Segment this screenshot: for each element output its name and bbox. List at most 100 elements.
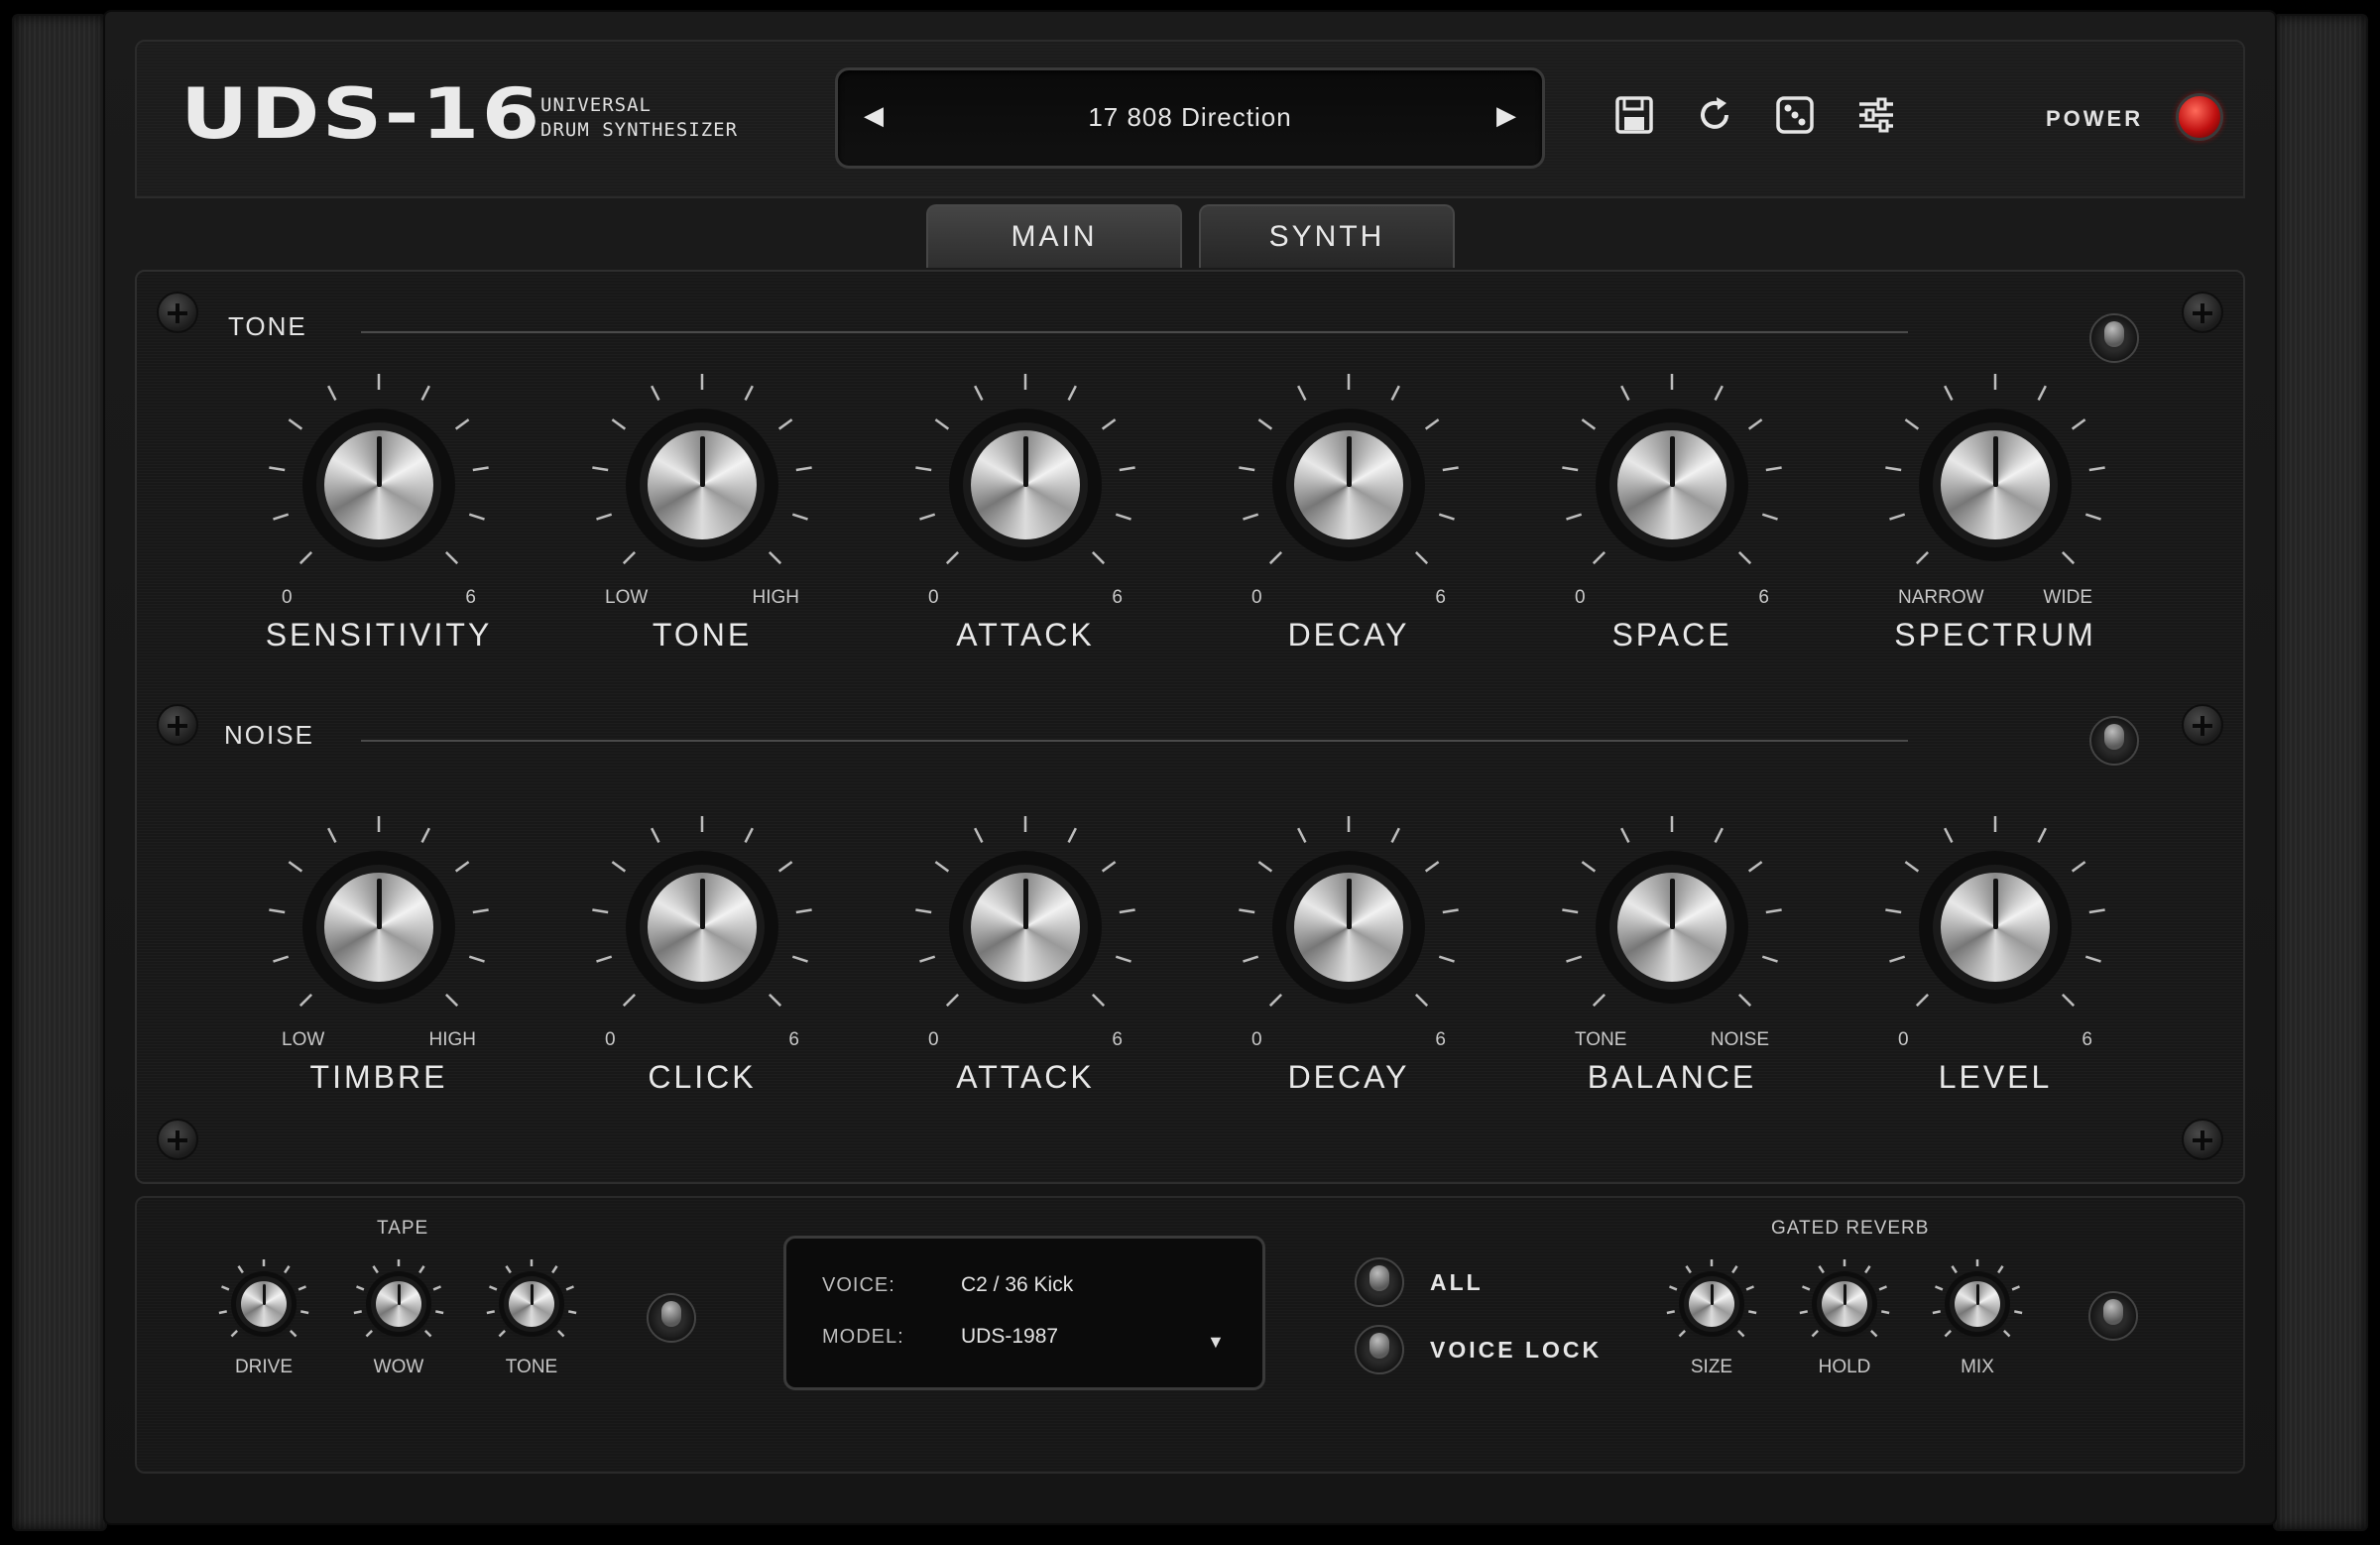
knob-cap[interactable] xyxy=(324,873,433,982)
knob-tick xyxy=(1904,861,1920,873)
knob-min-label: 0 xyxy=(1251,1029,1262,1050)
power-button[interactable] xyxy=(2176,93,2223,141)
knob-min-label: LOW xyxy=(282,1029,325,1050)
knob-tick xyxy=(1438,513,1455,521)
knob-tick xyxy=(1119,466,1135,472)
knob-cap[interactable] xyxy=(971,430,1080,539)
knob-cap[interactable] xyxy=(324,430,433,539)
knob-label: ATTACK xyxy=(956,1059,1095,1095)
knob-tick xyxy=(2037,827,2047,844)
reload-icon[interactable] xyxy=(1693,93,1736,137)
knob-size[interactable]: SIZE xyxy=(1662,1258,1761,1388)
sliders-icon[interactable] xyxy=(1854,93,1898,137)
knob-tick xyxy=(1119,908,1135,914)
knob-tick xyxy=(1669,1285,1678,1291)
knob-min-label: 0 xyxy=(282,587,293,608)
knob-mix[interactable]: MIX xyxy=(1928,1258,2027,1388)
knob-max-label: NOISE xyxy=(1710,1029,1769,1050)
knob-balance[interactable]: TONE NOISE BALANCE xyxy=(1553,793,1791,1111)
knob-space[interactable]: 0 6 SPACE xyxy=(1553,351,1791,668)
knob-cap[interactable] xyxy=(1941,430,2050,539)
tab-main[interactable]: MAIN xyxy=(926,204,1182,268)
knob-cap[interactable] xyxy=(971,873,1080,982)
knob-tape-tone[interactable]: TONE xyxy=(482,1258,581,1388)
knob-tick xyxy=(1067,827,1077,844)
knob-cap[interactable] xyxy=(648,430,757,539)
dice-icon[interactable] xyxy=(1773,93,1817,137)
knob-click[interactable]: 0 6 CLICK xyxy=(583,793,821,1111)
knob-tick xyxy=(1620,385,1630,402)
knob-tick xyxy=(1067,385,1077,402)
knob-tick xyxy=(611,861,627,873)
knob-tick xyxy=(1390,385,1400,402)
knob-tone[interactable]: LOW HIGH TONE xyxy=(583,351,821,668)
knob-tick xyxy=(1562,466,1579,472)
voice-display: VOICE: C2 / 36 Kick MODEL: UDS-1987 ▼ xyxy=(783,1236,1265,1390)
knob-min-label: 0 xyxy=(1575,587,1586,608)
knob-decay[interactable]: 0 6 DECAY xyxy=(1230,351,1468,668)
knob-attack[interactable]: 0 6 ATTACK xyxy=(906,351,1144,668)
knob-cap[interactable] xyxy=(1294,430,1403,539)
knob-tick xyxy=(795,466,812,472)
knob-tick xyxy=(2088,466,2105,472)
knob-tick xyxy=(454,861,470,873)
knob-tick xyxy=(1889,955,1906,963)
rack-ear-left xyxy=(12,14,107,1531)
knob-cap[interactable] xyxy=(241,1281,287,1327)
voice-lock-label: VOICE LOCK xyxy=(1430,1337,1603,1363)
knob-tick xyxy=(1424,418,1440,430)
knob-cap[interactable] xyxy=(509,1281,554,1327)
preset-next-icon[interactable]: ▶ xyxy=(1496,100,1516,131)
knob-tick xyxy=(2014,1310,2023,1315)
preset-name[interactable]: 17 808 Direction xyxy=(838,102,1542,133)
knob-cap[interactable] xyxy=(1294,873,1403,982)
knob-cap[interactable] xyxy=(1941,873,2050,982)
save-icon[interactable] xyxy=(1612,93,1656,137)
knob-tick xyxy=(1736,1329,1745,1338)
knob-tick xyxy=(218,1310,227,1315)
knob-sensitivity[interactable]: 0 6 SENSITIVITY xyxy=(260,351,498,668)
rack-ear-right xyxy=(2273,14,2368,1531)
knob-tick xyxy=(915,466,932,472)
voice-lock-toggle-switch[interactable] xyxy=(1355,1325,1404,1374)
knob-cap[interactable] xyxy=(1822,1281,1867,1327)
noise-toggle-switch[interactable] xyxy=(2089,716,2139,766)
knob-tick xyxy=(1885,466,1902,472)
knob-timbre[interactable]: LOW HIGH TIMBRE xyxy=(260,793,498,1111)
knob-noise-decay[interactable]: 0 6 DECAY xyxy=(1230,793,1468,1111)
knob-cap[interactable] xyxy=(1617,873,1726,982)
knob-label: MIX xyxy=(1961,1357,1994,1377)
knob-label: TIMBRE xyxy=(309,1059,448,1095)
knob-drive[interactable]: DRIVE xyxy=(214,1258,313,1388)
model-select[interactable]: UDS-1987 xyxy=(961,1325,1058,1349)
knob-wow[interactable]: WOW xyxy=(349,1258,448,1388)
voice-label: VOICE: xyxy=(822,1274,895,1296)
knob-tick xyxy=(1115,955,1131,963)
knob-tick xyxy=(777,861,793,873)
knob-cap[interactable] xyxy=(1955,1281,2000,1327)
knob-spectrum[interactable]: NARROW WIDE SPECTRUM xyxy=(1876,351,2114,668)
knob-max-label: 6 xyxy=(1112,1029,1123,1050)
preset-selector[interactable]: ◀ 17 808 Direction ▶ xyxy=(835,67,1545,169)
tab-synth[interactable]: SYNTH xyxy=(1199,204,1455,268)
knob-cap[interactable] xyxy=(648,873,757,982)
knob-label: WOW xyxy=(373,1357,424,1377)
knob-tick xyxy=(1620,827,1630,844)
knob-tick xyxy=(269,466,286,472)
knob-tick xyxy=(1765,466,1782,472)
knob-tick xyxy=(2011,1285,2020,1291)
tape-toggle-switch[interactable] xyxy=(647,1293,696,1343)
knob-cap[interactable] xyxy=(376,1281,421,1327)
all-toggle-switch[interactable] xyxy=(1355,1257,1404,1307)
knob-level[interactable]: 0 6 LEVEL xyxy=(1876,793,2114,1111)
reverb-toggle-switch[interactable] xyxy=(2088,1291,2138,1341)
knob-cap[interactable] xyxy=(1689,1281,1734,1327)
chevron-down-icon[interactable]: ▼ xyxy=(1207,1332,1225,1353)
knob-tick xyxy=(945,993,960,1008)
knob-cap[interactable] xyxy=(1617,430,1726,539)
knob-hold[interactable]: HOLD xyxy=(1795,1258,1894,1388)
knob-noise-attack[interactable]: 0 6 ATTACK xyxy=(906,793,1144,1111)
voice-value[interactable]: C2 / 36 Kick xyxy=(961,1273,1073,1297)
knob-tick xyxy=(974,385,984,402)
knob-tick xyxy=(1091,993,1106,1008)
